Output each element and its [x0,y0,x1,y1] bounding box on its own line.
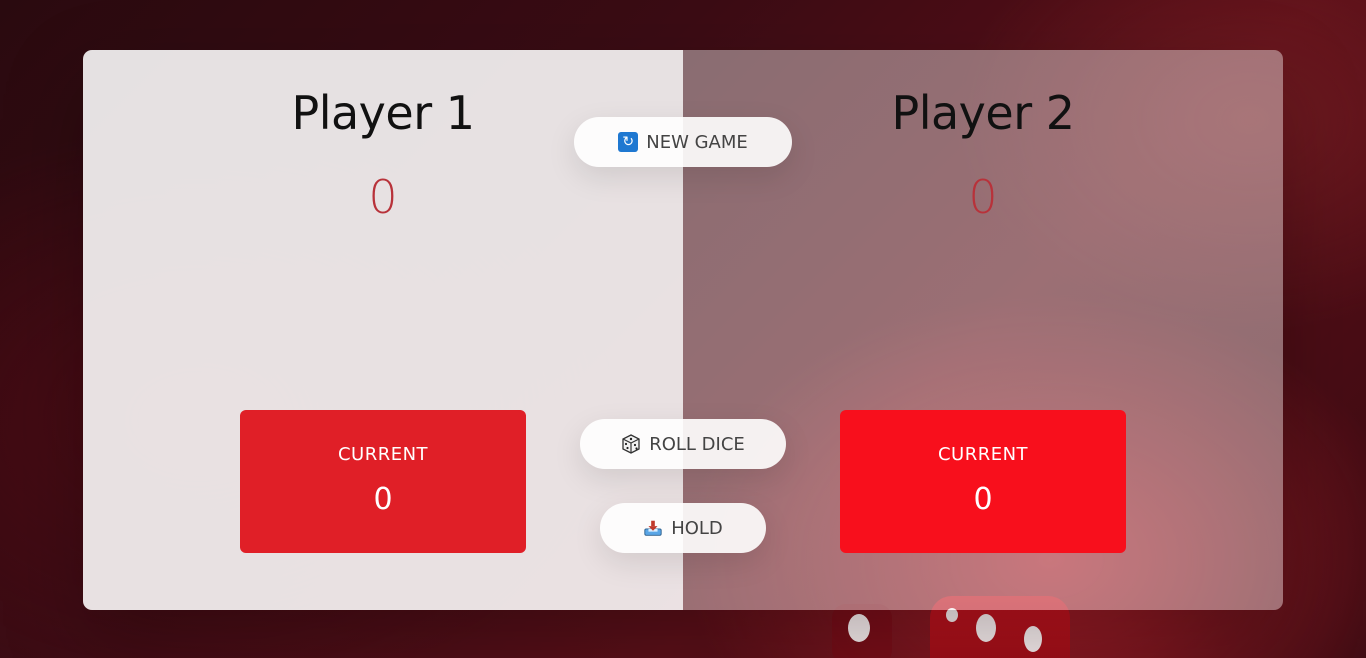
roll-dice-button[interactable]: ROLL DICE [580,419,786,469]
die-pip [946,608,958,622]
player-1-total-score: 0 [368,170,398,224]
player-2-current-label: CURRENT [937,444,1029,465]
player-1-current-box: CURRENT 0 [240,410,526,553]
player-1-current-label: CURRENT [337,444,429,465]
hold-button[interactable]: HOLD [600,503,766,553]
hold-label: HOLD [671,517,723,539]
player-1-current-score: 0 [373,482,393,517]
background-die-left [832,604,892,658]
new-game-label: NEW GAME [646,131,748,153]
roll-dice-label: ROLL DICE [649,433,745,455]
player-2-current-score: 0 [973,482,993,517]
inbox-tray-icon [643,518,663,538]
new-game-button[interactable]: ↻ NEW GAME [574,117,792,167]
die-pip [1024,626,1042,652]
die-pip [848,614,870,642]
dice-icon [621,434,641,454]
die-pip [976,614,996,642]
player-2-current-box: CURRENT 0 [840,410,1126,553]
refresh-icon: ↻ [618,132,639,152]
player-2-total-score: 0 [968,170,998,224]
